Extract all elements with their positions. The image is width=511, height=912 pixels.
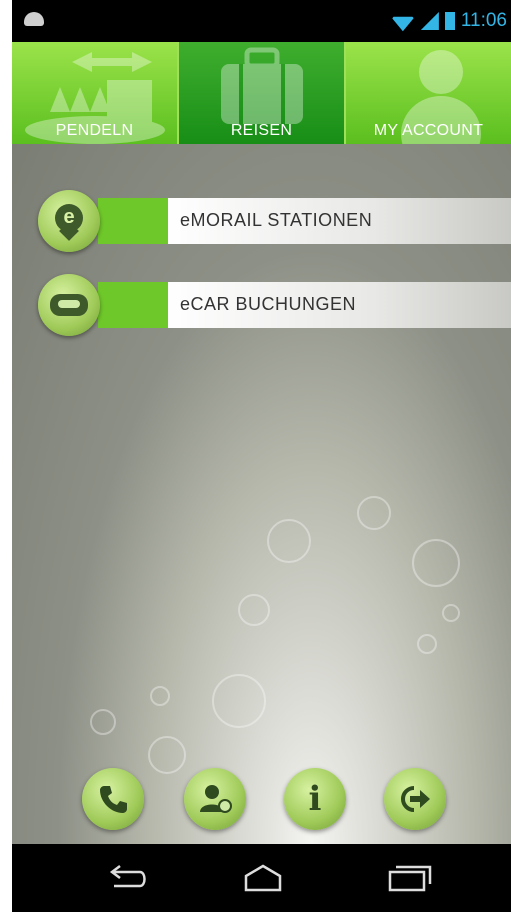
phone-icon [100,786,127,813]
menu-accent [98,198,168,244]
menu-item-ecar-buchungen[interactable]: eCAR BUCHUNGEN [38,274,511,336]
call-button[interactable] [82,768,144,830]
decorative-bubble [267,519,311,563]
decorative-bubble [90,709,116,735]
home-icon[interactable] [238,864,288,894]
navigation-bar [12,844,511,912]
info-button[interactable]: i [284,768,346,830]
status-bar: 11:06 [12,0,511,42]
menu-item-label: eMORAIL STATIONEN [180,210,373,230]
menu-icon-circle [38,274,100,336]
decorative-bubble [417,634,437,654]
tab-label: REISEN [230,122,293,139]
signal-icon [420,12,439,30]
phone-screen: 11:06 PENDELN REISEN MY ACCOUNT e eMORAI… [12,0,511,912]
bottom-button-row: i [82,768,462,832]
location-pin-icon: e [55,204,83,241]
wifi-icon [391,12,415,30]
car-icon [50,294,88,316]
info-icon: i [308,779,322,819]
android-notification-icon [24,12,44,26]
decorative-bubble [442,604,460,622]
decorative-bubble [412,539,460,587]
logout-button[interactable] [384,768,446,830]
main-content: e eMORAIL STATIONEN eCAR BUCHUNGEN [12,144,511,844]
status-icons: 11:06 [391,10,511,32]
decorative-bubble [238,594,270,626]
tab-label: MY ACCOUNT [373,122,484,139]
tab-label: PENDELN [55,122,134,139]
battery-icon [444,12,455,30]
menu-accent [98,282,168,328]
tab-bar: PENDELN REISEN MY ACCOUNT [12,42,511,144]
logout-icon [401,786,430,812]
tab-pendeln[interactable]: PENDELN [12,42,179,144]
contact-icon [200,785,232,813]
back-icon[interactable] [100,864,150,894]
decorative-bubble [357,496,391,530]
menu-icon-circle: e [38,190,100,252]
contact-button[interactable] [184,768,246,830]
menu-item-emorail-stationen[interactable]: e eMORAIL STATIONEN [38,190,511,252]
recent-apps-icon[interactable] [384,864,434,894]
decorative-bubble [212,674,266,728]
tab-my-account[interactable]: MY ACCOUNT [346,42,511,144]
menu-item-label: eCAR BUCHUNGEN [180,294,357,314]
decorative-bubble [150,686,170,706]
tab-reisen[interactable]: REISEN [179,42,346,144]
status-time: 11:06 [460,10,507,31]
